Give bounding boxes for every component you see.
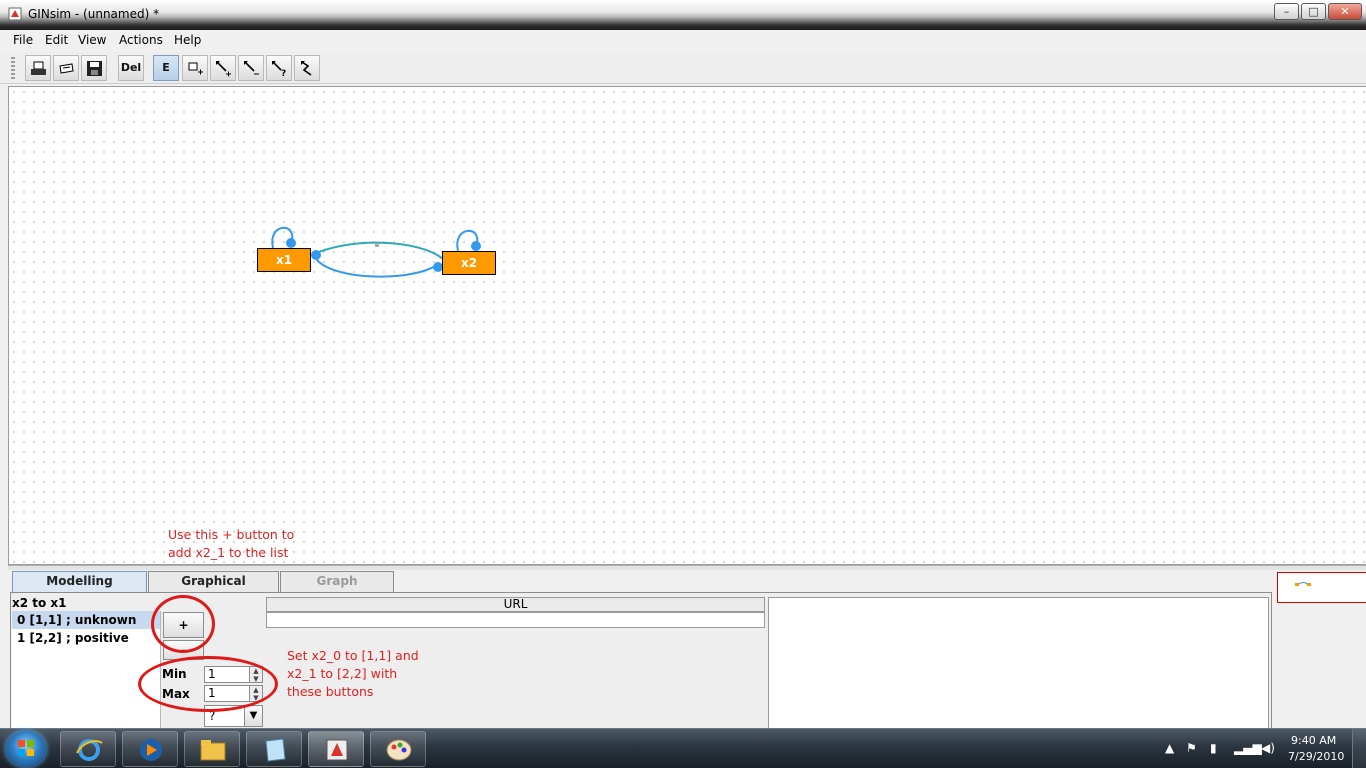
- delete-button[interactable]: Del: [118, 55, 144, 81]
- edge-x1-to-x2-handle[interactable]: [375, 243, 379, 247]
- overview-thumbnail: [1295, 582, 1311, 586]
- list-item[interactable]: 0 [1,1] ; unknown: [12, 611, 160, 629]
- interaction-list[interactable]: 0 [1,1] ; unknown 1 [2,2] ; positive: [12, 611, 161, 732]
- graph-edges: [271, 226, 481, 278]
- add-positive-edge-button[interactable]: [210, 55, 236, 81]
- menu-edit[interactable]: Edit: [45, 33, 68, 47]
- open-button[interactable]: [53, 55, 79, 81]
- app-icon: [8, 7, 22, 21]
- tab-graph-attributes: Graph Attributes: [280, 571, 394, 607]
- annotation-add-button: Use this + button to add x2_1 to the lis…: [168, 526, 294, 562]
- paint-icon: [386, 739, 412, 761]
- taskbar-media-player[interactable]: [122, 731, 178, 767]
- highlight-circle-min-max: [138, 656, 278, 712]
- chevron-down-icon[interactable]: ▼: [244, 706, 262, 726]
- open-icon: [59, 63, 74, 74]
- list-item[interactable]: 1 [2,2] ; positive: [12, 629, 160, 647]
- taskbar-internet-explorer[interactable]: [60, 731, 116, 767]
- save-button[interactable]: [81, 55, 107, 81]
- menu-file[interactable]: File: [13, 33, 33, 47]
- clock-date[interactable]: 7/29/2010: [1288, 750, 1344, 763]
- media-player-icon: [140, 739, 162, 761]
- print-button[interactable]: [25, 55, 51, 81]
- taskbar-paint[interactable]: [370, 731, 426, 767]
- edge-title: x2 to x1: [12, 596, 67, 610]
- url-column-header: URL: [266, 597, 765, 612]
- print-icon: [31, 61, 46, 75]
- menu-help[interactable]: Help: [174, 33, 201, 47]
- add-negative-edge-button[interactable]: [238, 55, 264, 81]
- annotation-line: these buttons: [287, 684, 374, 699]
- add-dual-edge-button[interactable]: [294, 55, 320, 81]
- show-desktop-button[interactable]: [1352, 729, 1366, 768]
- edge-x2-to-x1[interactable]: [314, 256, 440, 278]
- action-center-flag-icon[interactable]: ⚑: [1186, 741, 1197, 755]
- windows-logo-icon: [18, 740, 34, 756]
- graph-overview[interactable]: [1277, 572, 1366, 603]
- node-x1[interactable]: x1: [257, 248, 311, 272]
- battery-icon[interactable]: ▮: [1210, 741, 1217, 755]
- add-node-icon: [188, 62, 203, 75]
- list-item-text: [2,2] ; positive: [25, 631, 129, 645]
- toolbar-grip[interactable]: [11, 57, 15, 79]
- taskbar-notepad[interactable]: [246, 731, 302, 767]
- menu-bar: File Edit View Actions Help: [0, 30, 1366, 52]
- internet-explorer-icon: [76, 739, 103, 761]
- clock-time[interactable]: 9:40 AM: [1291, 734, 1336, 747]
- add-node-button[interactable]: [182, 55, 208, 81]
- annotation-line: x2_1 to [2,2] with: [287, 666, 398, 681]
- node-x2[interactable]: x2: [442, 251, 496, 275]
- annotation-line: Set x2_0 to [1,1] and: [287, 648, 419, 663]
- graph-canvas[interactable]: x1 x2 Use this + button to add x2_1 to t…: [8, 86, 1366, 565]
- edge-x2-to-x2-head: [471, 241, 481, 251]
- toolbar: Del E ?: [0, 52, 1366, 84]
- list-item-text: [1,1] ; unknown: [25, 613, 137, 627]
- ginsim-icon: [326, 739, 348, 761]
- taskbar: ▲ ⚑ ▮ ▂▄▆ ◀) 9:40 AM 7/29/2010: [0, 728, 1366, 768]
- tab-modelling-attributes[interactable]: Modelling Attributes: [12, 571, 147, 607]
- close-button[interactable]: ✕: [1328, 3, 1362, 20]
- add-positive-edge-icon: [216, 61, 231, 77]
- save-icon: [87, 61, 102, 76]
- add-unknown-edge-icon: ?: [272, 61, 286, 77]
- svg-text:?: ?: [281, 69, 286, 77]
- url-field[interactable]: [266, 612, 765, 628]
- network-signal-icon[interactable]: ▂▄▆: [1234, 741, 1262, 755]
- edit-mode-button[interactable]: E: [153, 55, 179, 81]
- add-unknown-edge-button[interactable]: ?: [266, 55, 292, 81]
- tab-graphical-attributes[interactable]: Graphical Attributes: [148, 571, 279, 607]
- title-bar: GINsim - (unnamed) * – □ ✕: [0, 0, 1366, 30]
- highlight-circle-add: [151, 595, 215, 653]
- window-title: GINsim - (unnamed) *: [28, 7, 160, 21]
- annotation-min-max: Set x2_0 to [1,1] and x2_1 to [2,2] with…: [287, 647, 419, 701]
- edge-x2-to-x1-head: [311, 250, 321, 260]
- taskbar-ginsim[interactable]: [308, 731, 364, 767]
- tray-expand-icon[interactable]: ▲: [1165, 741, 1174, 755]
- taskbar-file-explorer[interactable]: [184, 731, 240, 767]
- volume-icon[interactable]: ◀): [1261, 741, 1275, 755]
- notepad-icon: [265, 738, 286, 762]
- start-button[interactable]: [6, 731, 46, 767]
- maximize-button[interactable]: □: [1301, 3, 1326, 20]
- menu-view[interactable]: View: [78, 33, 106, 47]
- file-explorer-icon: [200, 740, 226, 761]
- annotation-line: Use this + button to: [168, 527, 295, 542]
- add-negative-edge-icon: [244, 61, 259, 75]
- notes-area[interactable]: [768, 597, 1269, 732]
- annotation-line: add x2_1 to the list: [168, 545, 289, 560]
- add-dual-edge-icon: [301, 61, 312, 76]
- minimize-button[interactable]: –: [1274, 3, 1299, 20]
- edge-x1-to-x1-head: [286, 238, 296, 248]
- split-pane-divider[interactable]: [8, 565, 1366, 570]
- menu-actions[interactable]: Actions: [119, 33, 163, 47]
